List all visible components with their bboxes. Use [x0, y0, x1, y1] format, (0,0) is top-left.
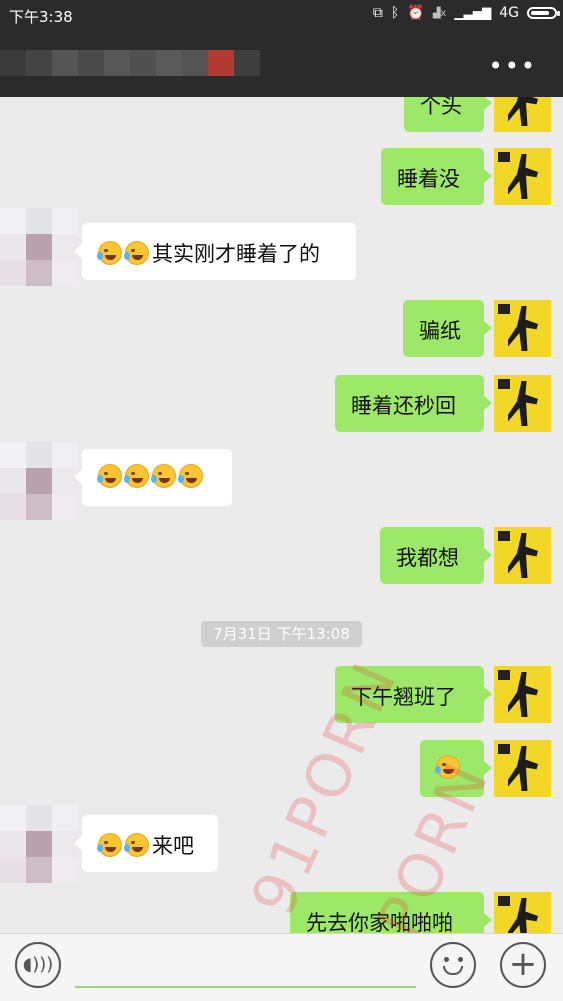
message-bubble — [74, 449, 232, 506]
message-text: 我都想 — [396, 546, 459, 570]
message-text: 睡着还秒回 — [351, 394, 456, 418]
signal-icon: ▁▃▅▇ — [454, 6, 492, 20]
message-text: 其实刚才睡着了的 — [152, 242, 320, 266]
status-time: 下午3:38 — [9, 8, 73, 26]
message-text: 个头 — [420, 97, 462, 118]
my-avatar[interactable] — [494, 300, 551, 357]
my-avatar[interactable] — [494, 527, 551, 584]
crying-laughing-emoji-icon — [124, 464, 149, 488]
crying-laughing-emoji-icon — [151, 464, 176, 488]
crying-laughing-emoji-icon — [124, 241, 149, 265]
my-avatar[interactable] — [494, 148, 551, 205]
chat-area[interactable]: 个头 睡着没 其实刚才睡着了的 骗纸 睡着还秒回 我都想 7月31日 下午13:… — [0, 97, 563, 933]
my-avatar[interactable] — [494, 892, 551, 933]
contact-avatar[interactable] — [0, 208, 78, 286]
message-bubble: 睡着没 — [381, 148, 492, 205]
message-bubble: 睡着还秒回 — [335, 375, 492, 432]
contact-avatar[interactable] — [0, 442, 78, 520]
my-avatar[interactable] — [494, 97, 551, 132]
contact-avatar[interactable] — [0, 805, 78, 883]
message-text: 来吧 — [152, 834, 194, 858]
status-icons: ⧉ ᛒ ⏰ ▟x ▁▃▅▇ 4G — [372, 5, 560, 21]
date-timestamp: 7月31日 下午13:08 — [201, 621, 362, 647]
chat-header: ••• — [0, 31, 563, 97]
tears-of-joy-emoji-icon — [97, 833, 122, 857]
contact-name-obscured — [0, 50, 260, 76]
crying-laughing-emoji-icon — [97, 464, 122, 488]
tears-of-joy-emoji-icon — [124, 833, 149, 857]
plus-icon[interactable]: + — [500, 942, 546, 988]
message-text: 睡着没 — [397, 167, 460, 191]
network-label: 4G — [499, 5, 519, 21]
copy-icon: ⧉ — [372, 5, 383, 21]
message-text: 骗纸 — [419, 319, 461, 343]
wifi-off-icon: ▟x — [432, 7, 447, 19]
bluetooth-icon: ᛒ — [390, 5, 400, 21]
crying-laughing-emoji-icon — [97, 241, 122, 265]
message-input[interactable] — [75, 986, 416, 988]
input-bar: ◖))) + — [0, 933, 563, 1001]
message-bubble: 其实刚才睡着了的 — [74, 223, 356, 280]
crying-laughing-emoji-icon — [178, 464, 203, 488]
message-bubble: 我都想 — [380, 527, 492, 584]
status-bar: 下午3:38 ⧉ ᛒ ⏰ ▟x ▁▃▅▇ 4G — [0, 0, 563, 31]
voice-icon[interactable]: ◖))) — [15, 942, 61, 988]
my-avatar[interactable] — [494, 375, 551, 432]
message-bubble: 个头 — [404, 97, 492, 132]
more-menu-button[interactable]: ••• — [489, 52, 537, 80]
message-bubble: 骗纸 — [403, 300, 492, 357]
my-avatar[interactable] — [494, 666, 551, 723]
my-avatar[interactable] — [494, 740, 551, 797]
alarm-icon: ⏰ — [407, 5, 425, 21]
battery-icon — [527, 7, 560, 19]
message-bubble: 来吧 — [74, 815, 218, 872]
emoji-icon[interactable] — [430, 942, 476, 988]
